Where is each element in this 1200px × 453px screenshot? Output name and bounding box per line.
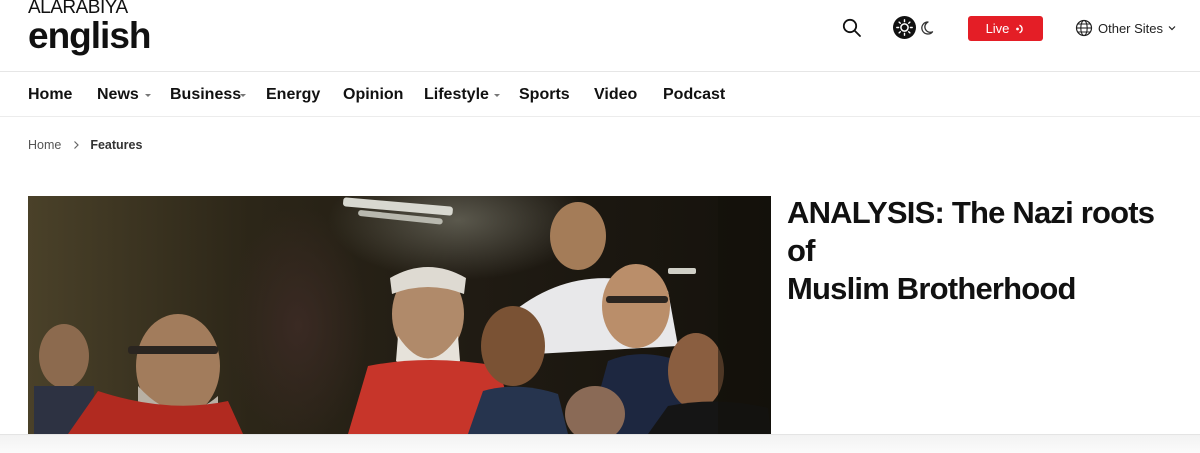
nav-item-energy[interactable]: Energy — [266, 73, 320, 117]
nav-item-lifestyle[interactable]: Lifestyle — [424, 73, 489, 117]
nav-item-podcast[interactable]: Podcast — [663, 73, 725, 117]
article-photo — [28, 196, 771, 434]
chevron-down-icon[interactable] — [238, 91, 248, 99]
breadcrumb: Home Features — [28, 136, 142, 154]
moon-icon — [921, 21, 934, 35]
globe-icon — [1075, 19, 1093, 37]
chevron-down-icon[interactable] — [492, 91, 502, 99]
search-icon — [842, 18, 861, 37]
search-button[interactable] — [840, 16, 864, 40]
main-navigation: Home News Business Energy Opinion Lifest… — [0, 73, 1200, 117]
live-signal-icon — [1016, 24, 1024, 33]
nav-item-news[interactable]: News — [97, 73, 139, 117]
article-headline[interactable]: ANALYSIS: The Nazi roots of Muslim Broth… — [787, 194, 1187, 308]
dark-mode-button[interactable] — [919, 18, 939, 38]
other-sites-menu[interactable]: Other Sites — [1075, 18, 1176, 38]
chevron-down-icon — [1168, 26, 1176, 31]
breadcrumb-home-link[interactable]: Home — [28, 138, 61, 152]
article-hero-image[interactable] — [28, 196, 771, 434]
nav-item-home[interactable]: Home — [28, 73, 72, 117]
chevron-down-icon[interactable] — [143, 91, 153, 99]
nav-item-sports[interactable]: Sports — [519, 73, 570, 117]
live-button[interactable]: Live — [968, 16, 1043, 41]
logo-bottom-text: english — [28, 15, 152, 56]
theme-toggle[interactable] — [893, 16, 941, 40]
breadcrumb-current: Features — [90, 138, 143, 152]
live-label: Live — [985, 21, 1010, 36]
page-bottom-divider — [0, 434, 1200, 453]
nav-item-opinion[interactable]: Opinion — [343, 73, 403, 117]
headline-line-2: Muslim Brotherhood — [787, 271, 1077, 306]
chevron-right-icon — [74, 141, 80, 149]
light-mode-button[interactable] — [893, 16, 916, 39]
nav-item-business[interactable]: Business — [170, 73, 241, 117]
other-sites-label: Other Sites — [1098, 20, 1164, 36]
site-logo[interactable]: ALARABIYA english — [28, 0, 168, 60]
site-header: ALARABIYA english Live Other Sites — [0, 0, 1200, 72]
sun-icon — [896, 19, 913, 36]
nav-item-video[interactable]: Video — [594, 73, 637, 117]
headline-line-1: ANALYSIS: The Nazi roots of — [787, 195, 1155, 268]
